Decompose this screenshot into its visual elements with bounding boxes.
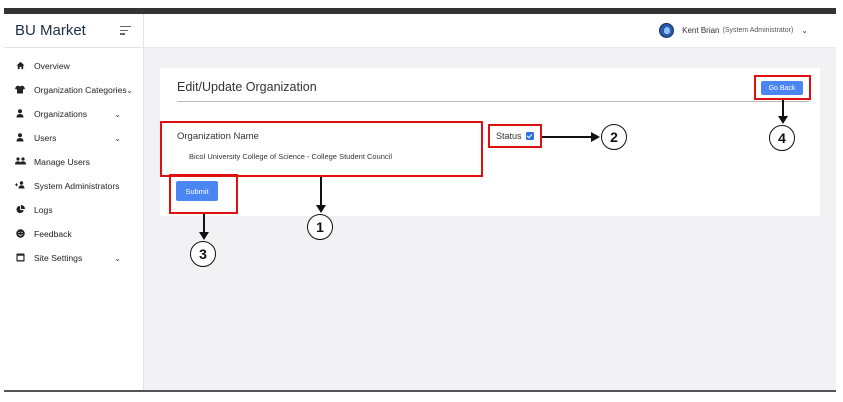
sidebar-item-site-settings[interactable]: Site Settings ⌄	[4, 246, 143, 270]
callout-connector	[542, 136, 592, 138]
callout-connector	[320, 177, 322, 207]
chevron-down-icon: ⌄	[801, 26, 808, 35]
page-title: Edit/Update Organization	[177, 80, 317, 94]
arrow-down-icon	[199, 232, 209, 240]
callout-4: 4	[769, 125, 795, 151]
shirt-icon	[14, 85, 26, 96]
window-icon	[14, 252, 26, 264]
top-header: Kent Brian (System Administrator) ⌄	[144, 14, 836, 48]
callout-connector	[203, 214, 205, 234]
sidebar-item-label: Users	[34, 133, 57, 143]
sidebar-item-label: Overview	[34, 61, 70, 71]
highlight-go-back	[754, 75, 811, 100]
chevron-down-icon: ⌄	[114, 253, 121, 263]
brand-title: BU Market	[15, 22, 86, 39]
callout-1: 1	[307, 214, 333, 240]
user-icon	[14, 108, 26, 120]
sidebar-item-label: Organizations	[34, 109, 88, 119]
chevron-down-icon: ⌄	[114, 133, 121, 143]
sidebar-item-system-administrators[interactable]: System Administrators	[4, 174, 143, 198]
callout-3: 3	[190, 241, 216, 267]
menu-toggle-icon[interactable]	[120, 26, 131, 37]
sidebar-item-label: Manage Users	[34, 157, 90, 167]
callout-2: 2	[601, 124, 627, 150]
home-icon	[14, 61, 26, 72]
sidebar-item-organization-categories[interactable]: Organization Categories ⌄	[4, 78, 143, 102]
sidebar-item-label: Site Settings	[34, 253, 83, 263]
arrow-right-icon	[591, 132, 600, 142]
sidebar-item-organizations[interactable]: Organizations ⌄	[4, 102, 143, 126]
sidebar-item-overview[interactable]: Overview	[4, 54, 143, 78]
user-role: (System Administrator)	[722, 27, 794, 34]
highlight-status	[488, 124, 542, 148]
sidebar-item-feedback[interactable]: Feedback	[4, 222, 143, 246]
sidebar-item-manage-users[interactable]: Manage Users	[4, 150, 143, 174]
title-divider	[177, 101, 809, 102]
arrow-down-icon	[778, 116, 788, 124]
sidebar-nav: Overview Organization Categories ⌄ Organ…	[4, 48, 143, 270]
highlight-submit	[169, 174, 238, 214]
sidebar-item-label: Logs	[34, 205, 53, 215]
users-icon	[14, 157, 26, 167]
smile-icon	[14, 228, 26, 240]
bottom-border-line	[4, 390, 836, 392]
sidebar-item-label: Feedback	[34, 229, 72, 239]
chevron-down-icon: ⌄	[126, 85, 133, 95]
highlight-organization-name	[160, 121, 483, 177]
sidebar-item-label: System Administrators	[34, 181, 120, 191]
main-content: Edit/Update Organization Go Back Organiz…	[144, 48, 836, 390]
user-menu[interactable]: Kent Brian (System Administrator) ⌄	[659, 23, 808, 38]
pie-chart-icon	[14, 204, 26, 216]
user-name: Kent Brian	[682, 26, 720, 35]
sidebar: BU Market Overview Organization Categori…	[4, 14, 144, 390]
user-plus-icon	[14, 181, 26, 191]
avatar	[659, 23, 675, 38]
sidebar-item-label: Organization Categories	[34, 85, 127, 95]
sidebar-item-logs[interactable]: Logs	[4, 198, 143, 222]
arrow-down-icon	[316, 205, 326, 213]
sidebar-item-users[interactable]: Users ⌄	[4, 126, 143, 150]
user-icon	[14, 132, 26, 144]
chevron-down-icon: ⌄	[114, 109, 121, 119]
